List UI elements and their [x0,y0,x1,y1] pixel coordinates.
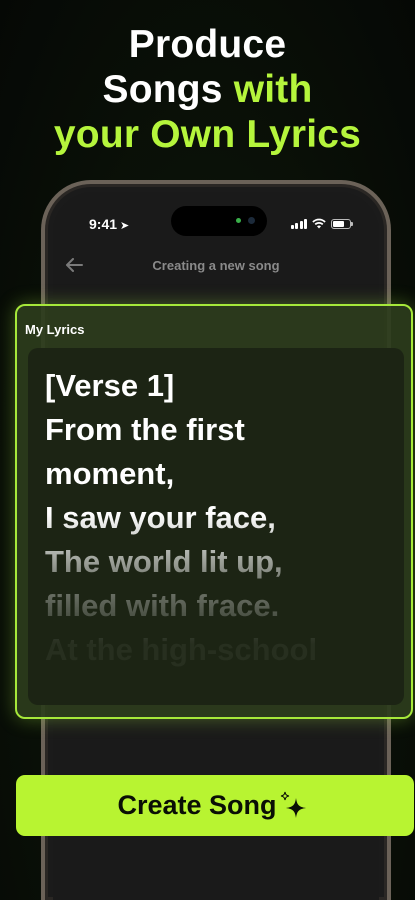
create-song-label: Create Song [117,790,277,820]
wifi-icon [312,218,326,229]
headline-line-2: Songs with [102,68,313,111]
screen-title: Creating a new song [152,258,280,273]
dynamic-island [171,206,267,236]
battery-icon [331,219,353,229]
lyrics-line: The world lit up, [45,544,283,579]
lyrics-line: At the high-school [45,632,318,667]
lyrics-label: My Lyrics [25,322,85,337]
status-icons [290,218,353,229]
lyrics-text: [Verse 1] From the first moment, I saw y… [45,364,396,672]
lyrics-line: filled with frace. [45,588,280,623]
camera-lens-icon [248,217,255,224]
lyrics-line: moment, [45,456,175,491]
create-song-button[interactable]: Create Song [16,775,414,836]
signal-icon [290,219,307,229]
promo-headline: Produce Songs with your Own Lyrics [0,22,415,157]
lyrics-card: My Lyrics [Verse 1] From the first momen… [15,304,413,719]
status-time: 9:41 ➤ [89,216,130,232]
lyrics-line: [Verse 1] [45,368,175,403]
sparkle-icon [279,790,313,822]
lyrics-line: I saw your face, [45,500,276,535]
lyrics-text-area[interactable]: [Verse 1] From the first moment, I saw y… [28,348,404,705]
headline-line-3: your Own Lyrics [53,113,362,156]
lyrics-line: From the first [45,412,245,447]
location-arrow-icon: ➤ [120,220,130,232]
headline-line-1: Produce [128,23,287,66]
camera-indicator-icon [236,218,241,223]
